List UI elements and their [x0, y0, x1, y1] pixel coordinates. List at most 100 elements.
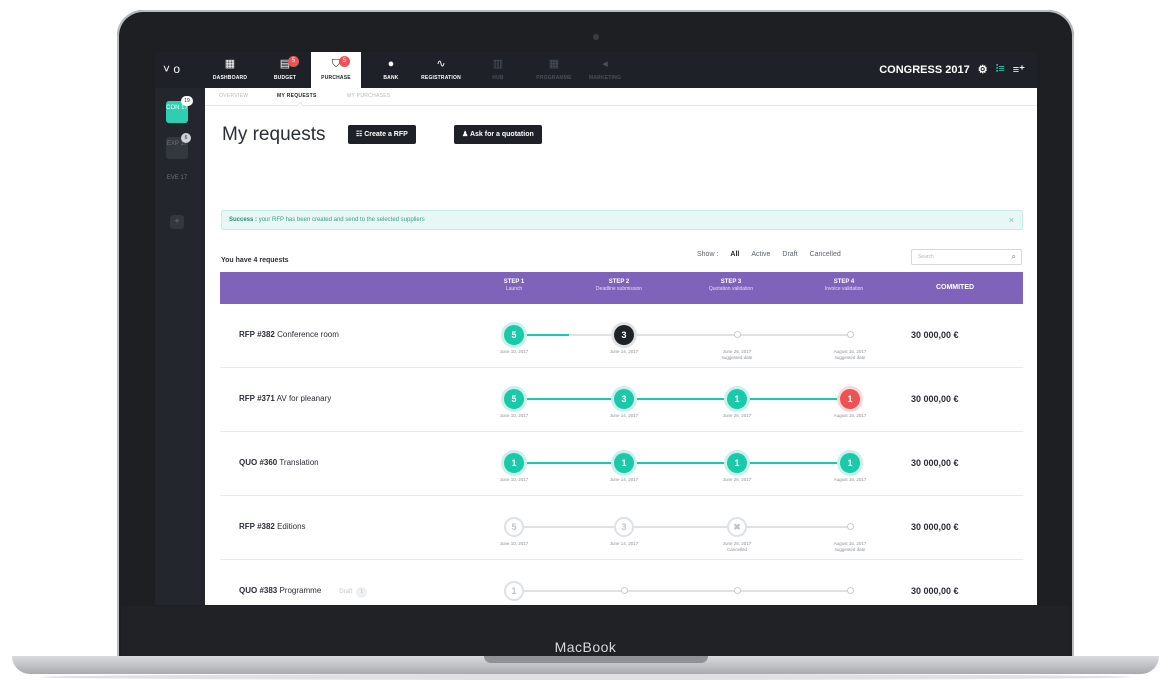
step-date-value: June 14, 2017 — [609, 541, 639, 546]
filter-draft[interactable]: Draft — [782, 251, 797, 258]
request-title: Translation — [277, 458, 319, 467]
add-event-button[interactable]: + — [170, 215, 184, 229]
committed-amount: 30 000,00 € — [911, 522, 959, 532]
step-teal-badge[interactable]: 5 — [504, 389, 524, 409]
request-title: Programme — [277, 586, 322, 595]
committed-amount: 30 000,00 € — [911, 394, 959, 404]
show-label: Show : — [697, 251, 719, 258]
step-date: August 15, 2017 suggested date — [810, 349, 890, 361]
step-date: August 15, 2017 — [810, 477, 890, 483]
step-date: June 26, 2017 suggested date — [697, 349, 777, 361]
step-dark-badge[interactable]: 3 — [614, 325, 634, 345]
nav-label: REGISTRATION — [421, 75, 461, 81]
table-row[interactable]: RFP #371 AV for pleanary 5 June 10, 2017 3 J… — [220, 369, 1023, 432]
alert-text: your RFP has been created and send to th… — [257, 217, 425, 223]
notification-badge: 5 — [339, 56, 350, 67]
list-menu-icon[interactable]: ≡⁺ — [1013, 63, 1025, 76]
step-pending-dot[interactable] — [733, 587, 741, 594]
step-teal-badge[interactable]: 1 — [614, 453, 634, 473]
create-rfp-button[interactable]: ☷ Create a RFP — [348, 125, 416, 144]
nav-marketing: ◂ MARKETING — [580, 52, 630, 88]
request-code: QUO #360 — [239, 458, 278, 467]
page-title: My requests — [222, 124, 326, 145]
laptop-shadow — [40, 674, 1131, 680]
device-label: MacBook — [554, 639, 617, 655]
step-date-note: suggested date — [834, 547, 866, 552]
nav-registration[interactable]: ∿ REGISTRATION — [416, 52, 466, 88]
filter-cancelled[interactable]: Cancelled — [810, 251, 841, 258]
nav-label: DASHBOARD — [212, 75, 248, 81]
header-step-1: STEP 1 Launch — [503, 279, 525, 292]
search-placeholder: Search — [918, 254, 934, 260]
tab-my-purchases[interactable]: MY PURCHASES — [347, 93, 391, 99]
event-title[interactable]: CONGRESS 2017 — [879, 64, 969, 76]
nav-label: BUDGET — [273, 75, 297, 81]
nav-label: BANK — [383, 75, 399, 81]
table-row[interactable]: RFP #382 Conference room 5 June 10, 2017 3 J… — [220, 305, 1023, 368]
step-date-value: June 10, 2017 — [499, 541, 529, 546]
step-grey-badge[interactable]: 5 — [504, 517, 524, 537]
nav-dashboard[interactable]: ▦ DASHBOARD — [205, 52, 255, 88]
request-title: Editions — [274, 522, 306, 531]
step-date-value: June 14, 2017 — [609, 349, 639, 354]
request-code: QUO #383 — [239, 586, 278, 595]
step-date-value: June 10, 2017 — [499, 477, 529, 482]
step-pending-dot[interactable] — [620, 587, 628, 594]
step-date-note: suggested date — [721, 355, 753, 360]
header-step-4: STEP 4 Invoice validation — [824, 279, 864, 292]
step-teal-badge[interactable]: 3 — [614, 389, 634, 409]
nav-purchase[interactable]: ⛉ PURCHASE 5 — [311, 52, 361, 88]
step-teal-badge[interactable]: 1 — [504, 453, 524, 473]
tab-overview[interactable]: OVERVIEW — [219, 93, 248, 99]
menu-toggle-button[interactable]: ˅ o — [163, 62, 203, 78]
ask-quotation-button[interactable]: ♟ Ask for a quotation — [454, 125, 542, 144]
step-date-value: June 26, 2017 — [722, 413, 752, 418]
step-date: June 10, 2017 — [474, 349, 554, 355]
step-pending-dot[interactable] — [846, 523, 854, 530]
tab-my-requests[interactable]: MY REQUESTS — [277, 93, 317, 99]
request-title: Conference room — [274, 330, 339, 339]
step-pending-dot[interactable] — [733, 331, 741, 338]
nav-budget[interactable]: ▤ BUDGET 5 — [260, 52, 310, 88]
step-teal-badge[interactable]: 1 — [840, 453, 860, 473]
gear-icon[interactable]: ⚙ — [978, 63, 988, 76]
step-teal-badge[interactable]: 1 — [727, 453, 747, 473]
filter-all[interactable]: All — [730, 251, 739, 258]
event-item-eve17[interactable]: EVE 17 — [166, 171, 188, 193]
table-row[interactable]: QUO #360 Translation 1 June 10, 2017 1 June … — [220, 433, 1023, 496]
progress-fill — [514, 398, 850, 400]
filter-icon[interactable]: ⫶≡ — [996, 63, 1005, 76]
nav-label: MARKETING — [588, 75, 622, 81]
step-grey-badge[interactable]: 3 — [614, 517, 634, 537]
alert-strong: Success : — [229, 217, 258, 223]
step-pending-dot[interactable] — [846, 331, 854, 338]
nav-bank[interactable]: ● BANK — [366, 52, 416, 88]
step-date: June 10, 2017 — [474, 541, 554, 547]
draft-count: 1 — [356, 587, 368, 598]
dashboard-icon: ▦ — [224, 58, 236, 70]
programme-icon: ▦ — [548, 58, 560, 70]
bank-icon: ● — [387, 58, 395, 70]
step-grey-badge[interactable]: ✖ — [727, 517, 747, 537]
step-grey-badge[interactable]: 1 — [504, 581, 524, 601]
request-name: RFP #382 Editions — [239, 522, 306, 531]
success-alert: Success : your RFP has been created and … — [221, 210, 1023, 230]
filter-active[interactable]: Active — [751, 251, 770, 258]
step-date: June 14, 2017 — [584, 413, 664, 419]
table-row[interactable]: QUO #383 ProgrammeDraft11June 10, 201730… — [220, 561, 1023, 605]
close-icon[interactable]: × — [1009, 211, 1014, 229]
search-icon[interactable]: ⌕ — [1012, 250, 1016, 264]
step-teal-badge[interactable]: 5 — [504, 325, 524, 345]
nav-label: HUB — [492, 75, 504, 81]
committed-amount: 30 000,00 € — [911, 586, 959, 596]
request-name: QUO #360 Translation — [239, 458, 319, 467]
step-teal-badge[interactable]: 1 — [727, 389, 747, 409]
table-row[interactable]: RFP #382 Editions 5 June 10, 2017 3 June 14,… — [220, 497, 1023, 560]
step-red-badge[interactable]: 1 — [840, 389, 860, 409]
plus-icon: + — [174, 216, 180, 226]
app-screen: ˅ o ▦ DASHBOARD ▤ BUDGET 5 ⛉ PURCHASE 5 ● BANK ∿ RE… — [155, 52, 1037, 605]
registration-icon: ∿ — [436, 58, 446, 70]
step-pending-dot[interactable] — [846, 587, 854, 594]
top-bar: ˅ o ▦ DASHBOARD ▤ BUDGET 5 ⛉ PURCHASE 5 ● BANK ∿ RE… — [155, 52, 1037, 88]
search-input[interactable]: Search ⌕ — [911, 249, 1022, 265]
